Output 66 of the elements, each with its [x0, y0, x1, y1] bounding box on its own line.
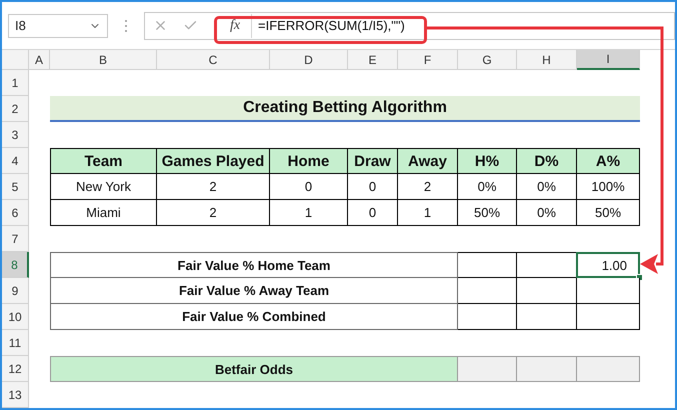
- cell-reference: I8: [15, 18, 26, 33]
- table-cell: 0%: [517, 174, 577, 200]
- table-header: D%: [517, 148, 577, 174]
- table-cell: 2: [157, 174, 270, 200]
- grip-icon: [124, 18, 128, 32]
- row-header[interactable]: 1: [2, 70, 29, 96]
- table-header: Away: [398, 148, 458, 174]
- table-header: Games Played: [157, 148, 270, 174]
- row-header[interactable]: 13: [2, 382, 29, 408]
- column-header[interactable]: C: [157, 50, 270, 70]
- column-header[interactable]: A: [29, 50, 50, 70]
- column-header[interactable]: H: [517, 50, 577, 70]
- table-cell: [458, 278, 517, 304]
- label-cell: Fair Value % Home Team: [50, 252, 458, 278]
- table-cell: 2: [157, 200, 270, 226]
- label-cell: Fair Value % Away Team: [50, 278, 458, 304]
- table-cell: [458, 304, 517, 330]
- row-header[interactable]: 5: [2, 174, 29, 200]
- table-cell: 0%: [517, 200, 577, 226]
- row-header[interactable]: 12: [2, 356, 29, 382]
- table-cell: 0%: [458, 174, 517, 200]
- table-cell: 2: [398, 174, 458, 200]
- table-cell: [577, 356, 640, 382]
- table-cell: [458, 252, 517, 278]
- name-box[interactable]: I8: [8, 14, 108, 38]
- row-header[interactable]: 2: [2, 96, 29, 122]
- column-header[interactable]: B: [50, 50, 157, 70]
- table-header: H%: [458, 148, 517, 174]
- table-cell[interactable]: [577, 304, 640, 330]
- table-header: Team: [50, 148, 157, 174]
- table-cell: 1: [270, 200, 348, 226]
- column-header[interactable]: G: [458, 50, 517, 70]
- table-header: Draw: [348, 148, 398, 174]
- row-header[interactable]: 4: [2, 148, 29, 174]
- table-cell: Miami: [50, 200, 157, 226]
- table-cell: 100%: [577, 174, 640, 200]
- table-cell: 0: [270, 174, 348, 200]
- table-cell[interactable]: [577, 278, 640, 304]
- active-cell[interactable]: 1.00: [577, 252, 640, 278]
- column-header[interactable]: E: [348, 50, 398, 70]
- row-header[interactable]: 8: [2, 252, 29, 278]
- row-header[interactable]: 7: [2, 226, 29, 252]
- table-cell: [458, 356, 517, 382]
- row-header[interactable]: 9: [2, 278, 29, 304]
- row-header[interactable]: 10: [2, 304, 29, 330]
- column-header[interactable]: F: [398, 50, 458, 70]
- column-header[interactable]: I: [577, 50, 640, 70]
- row-header[interactable]: 6: [2, 200, 29, 226]
- row-header[interactable]: 11: [2, 330, 29, 356]
- sheet-title: Creating Betting Algorithm: [50, 96, 640, 122]
- table-cell: New York: [50, 174, 157, 200]
- table-cell: 0: [348, 174, 398, 200]
- row-header[interactable]: 3: [2, 122, 29, 148]
- column-header[interactable]: D: [270, 50, 348, 70]
- table-cell: [517, 278, 577, 304]
- table-cell: 50%: [458, 200, 517, 226]
- table-cell: [517, 304, 577, 330]
- table-cell: [517, 252, 577, 278]
- label-cell: Fair Value % Combined: [50, 304, 458, 330]
- table-cell: 50%: [577, 200, 640, 226]
- table-cell: [517, 356, 577, 382]
- table-cell: 0: [348, 200, 398, 226]
- table-header: A%: [577, 148, 640, 174]
- table-header: Home: [270, 148, 348, 174]
- table-cell: 1: [398, 200, 458, 226]
- label-cell: Betfair Odds: [50, 356, 458, 382]
